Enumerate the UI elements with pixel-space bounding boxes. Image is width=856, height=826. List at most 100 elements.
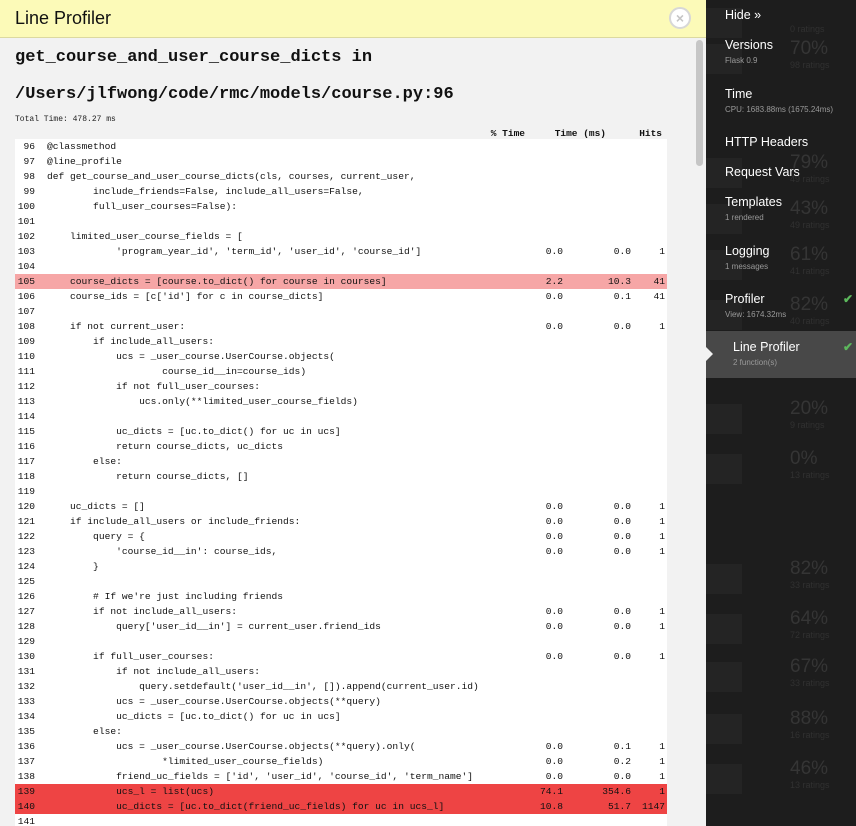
pct-time: 0.0 (545, 531, 563, 542)
ghost-rating-count: 72 ratings (790, 630, 830, 640)
time-ms: 0.0 (613, 546, 631, 557)
panel-header: Line Profiler × (0, 0, 706, 38)
hits-count: 41 (653, 276, 665, 287)
time-ms: 354.6 (602, 786, 631, 797)
hits-count: 1 (659, 741, 665, 752)
hits-count: 1 (659, 756, 665, 767)
line-number: 138 (17, 771, 35, 782)
table-row: 138 friend_uc_fields = ['id', 'user_id',… (15, 769, 667, 784)
line-number: 132 (17, 681, 35, 692)
check-icon: ✔ (842, 340, 853, 354)
header-hits: Hits (639, 128, 662, 139)
table-row: 129 (15, 634, 667, 649)
code-text: query['user_id__in'] = current_user.frie… (47, 621, 381, 632)
nav-item-label: Request Vars (725, 165, 800, 179)
nav-item-logging[interactable]: Logging 1 messages (706, 244, 856, 290)
time-ms: 0.2 (613, 756, 631, 767)
line-number: 97 (23, 156, 35, 167)
line-number: 128 (17, 621, 35, 632)
pct-time: 0.0 (545, 651, 563, 662)
code-text: uc_dicts = [uc.to_dict() for uc in ucs] (47, 426, 341, 437)
table-row: 99 include_friends=False, include_all_us… (15, 184, 667, 199)
line-number: 127 (17, 606, 35, 617)
time-ms: 0.0 (613, 651, 631, 662)
line-number: 115 (17, 426, 35, 437)
line-number: 104 (17, 261, 35, 272)
table-row: 105 course_dicts = [course.to_dict() for… (15, 274, 667, 289)
table-row: 117 else: (15, 454, 667, 469)
line-number: 102 (17, 231, 35, 242)
header-time-ms: Time (ms) (554, 128, 606, 139)
table-row: 132 query.setdefault('user_id__in', []).… (15, 679, 667, 694)
hits-count: 1 (659, 771, 665, 782)
line-number: 136 (17, 741, 35, 752)
line-number: 121 (17, 516, 35, 527)
line-number: 105 (17, 276, 35, 287)
hits-count: 1 (659, 531, 665, 542)
time-ms: 0.1 (613, 741, 631, 752)
code-text: if not include_all_users: (47, 606, 237, 617)
table-row: 111 course_id__in=course_ids) (15, 364, 667, 379)
nav-item-sublabel: View: 1674.32ms (725, 310, 787, 319)
hits-count: 1 (659, 786, 665, 797)
code-text: return course_dicts, uc_dicts (47, 441, 284, 452)
nav-item-label: Logging (725, 244, 770, 258)
nav-item-time[interactable]: Time CPU: 1683.88ms (1675.24ms) (706, 87, 856, 133)
time-ms: 0.1 (613, 291, 631, 302)
ghost-rating-pct: 0% (790, 448, 818, 469)
nav-item-profiler[interactable]: Profiler View: 1674.32ms ✔ (706, 292, 856, 338)
ghost-rating-count: 16 ratings (790, 730, 830, 740)
ghost-rating-count: 33 ratings (790, 580, 830, 590)
nav-item-versions[interactable]: Versions Flask 0.9 (706, 38, 856, 84)
code-text: uc_dicts = [uc.to_dict() for uc in ucs] (47, 711, 341, 722)
line-number: 100 (17, 201, 35, 212)
ghost-rating-pct: 64% (790, 608, 829, 629)
code-text: return course_dicts, [] (47, 471, 249, 482)
table-row: 127 if not include_all_users: 0.0 0.0 1 (15, 604, 667, 619)
pct-time: 10.8 (539, 801, 563, 812)
code-text: *limited_user_course_fields) (47, 756, 324, 767)
line-number: 122 (17, 531, 35, 542)
scrollbar-thumb[interactable] (696, 40, 703, 166)
header-pct-time: % Time (490, 128, 525, 139)
table-row: 112 if not full_user_courses: (15, 379, 667, 394)
hits-count: 1 (659, 246, 665, 257)
nav-item-sublabel: 2 function(s) (733, 358, 778, 367)
code-text: @line_profile (47, 156, 122, 167)
code-text: ucs = _user_course.UserCourse.objects( (47, 351, 335, 362)
pct-time: 0.0 (545, 741, 563, 752)
ghost-rating-pct: 88% (790, 708, 829, 729)
line-number: 123 (17, 546, 35, 557)
close-icon[interactable]: × (669, 7, 691, 29)
nav-item-line-profiler[interactable]: Line Profiler 2 function(s) ✔ (706, 340, 856, 386)
line-number: 137 (17, 756, 35, 767)
table-row: 131 if not include_all_users: (15, 664, 667, 679)
pct-time: 0.0 (545, 546, 563, 557)
code-text: else: (47, 726, 122, 737)
table-row: 106 course_ids = [c['id'] for c in cours… (15, 289, 667, 304)
time-ms: 0.0 (613, 771, 631, 782)
pct-time: 0.0 (545, 321, 563, 332)
table-row: 141 (15, 814, 667, 826)
ghost-rating-count: 9 ratings (790, 420, 825, 430)
line-number: 112 (17, 381, 35, 392)
table-row: 120 uc_dicts = [] 0.0 0.0 1 (15, 499, 667, 514)
time-ms: 51.7 (607, 801, 631, 812)
nav-item-templates[interactable]: Templates 1 rendered (706, 195, 856, 241)
hits-count: 1 (659, 501, 665, 512)
ghost-avatar (706, 454, 742, 484)
code-text: ucs = _user_course.UserCourse.objects(**… (47, 741, 416, 752)
code-text: if full_user_courses: (47, 651, 214, 662)
ghost-avatar (706, 404, 742, 434)
table-row: 118 return course_dicts, [] (15, 469, 667, 484)
line-number: 126 (17, 591, 35, 602)
table-row: 116 return course_dicts, uc_dicts (15, 439, 667, 454)
pct-time: 0.0 (545, 501, 563, 512)
hits-count: 1 (659, 621, 665, 632)
code-text: course_dicts = [course.to_dict() for cou… (47, 276, 387, 287)
ghost-rating-pct: 20% (790, 398, 829, 419)
table-row: 98 def get_course_and_user_course_dicts(c… (15, 169, 667, 184)
hits-count: 41 (653, 291, 665, 302)
ghost-avatar (706, 662, 742, 692)
code-text: if not current_user: (47, 321, 186, 332)
